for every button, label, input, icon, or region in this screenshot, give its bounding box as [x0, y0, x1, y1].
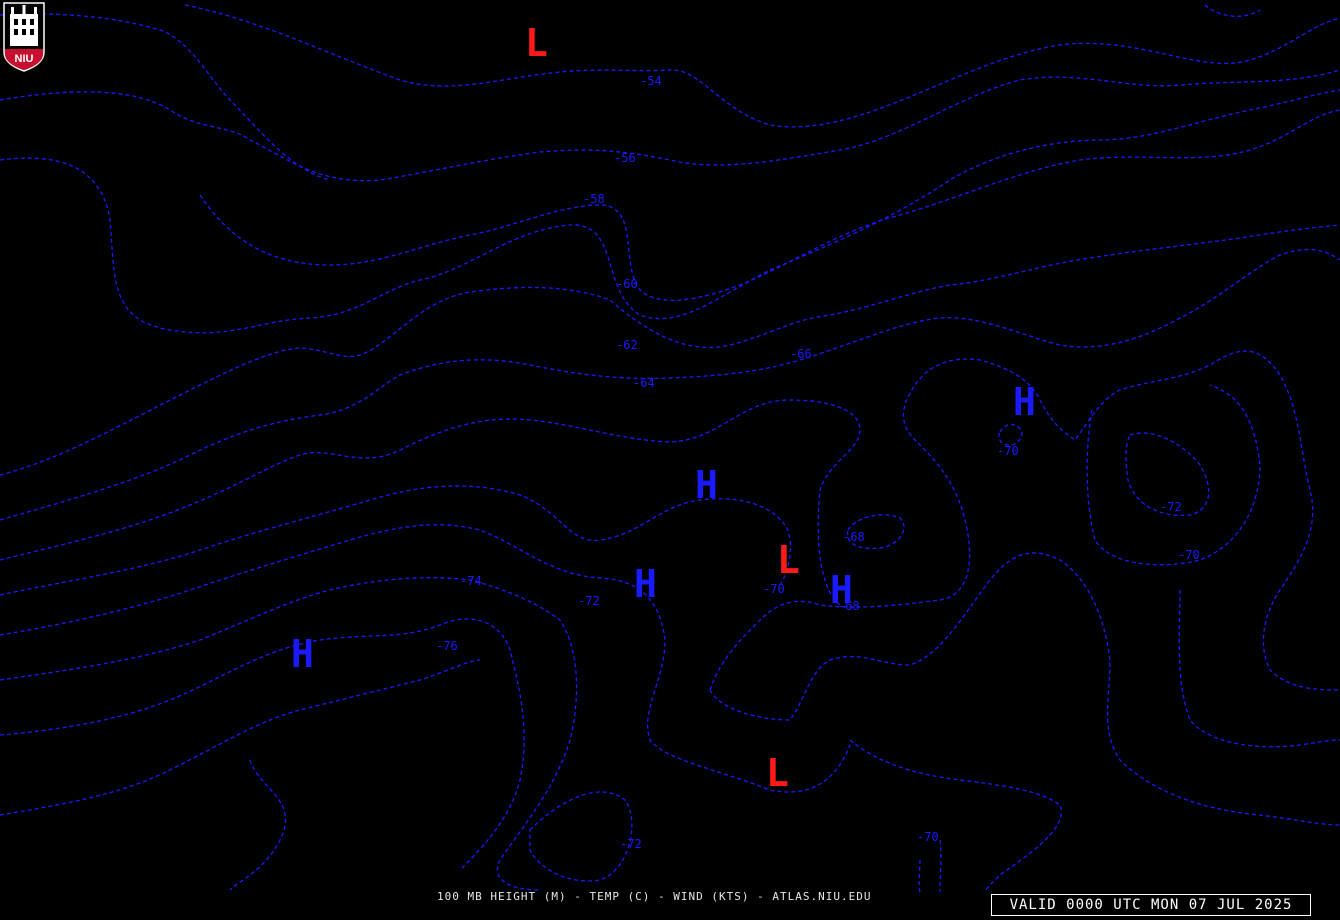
contour-label: -70 — [763, 582, 785, 596]
isotherm-contours — [0, 4, 1340, 893]
contour-label: -58 — [583, 192, 605, 206]
low-pressure-marker: L — [777, 538, 800, 582]
high-pressure-marker: H — [695, 463, 718, 507]
pressure-centers: L L L H H H H H — [291, 21, 1036, 795]
high-pressure-marker: H — [634, 562, 657, 606]
contour-line — [849, 739, 1062, 893]
contour-label: -62 — [616, 338, 638, 352]
contour-line — [0, 89, 1340, 334]
low-pressure-marker: L — [525, 21, 548, 65]
contour-label: -60 — [616, 277, 638, 291]
contour-line — [184, 4, 1340, 128]
contour-line — [0, 224, 1340, 476]
contour-line — [0, 659, 481, 816]
contour-line — [229, 759, 287, 891]
contour-line — [998, 423, 1023, 446]
contour-line — [0, 485, 792, 596]
contour-line — [0, 399, 861, 606]
contour-line — [1204, 4, 1261, 17]
weather-map: -54 -56 -58 -60 -62 -64 -66 -68 -70 -72 … — [0, 4, 1340, 893]
contour-label: -72 — [578, 594, 600, 608]
contour-line — [0, 577, 578, 891]
contour-label: -64 — [633, 376, 655, 390]
contour-label: -70 — [997, 444, 1019, 458]
high-pressure-marker: H — [830, 568, 853, 612]
contour-label: -56 — [614, 151, 636, 165]
contour-label: -66 — [790, 347, 812, 361]
contour-label: -54 — [640, 74, 662, 88]
contour-line — [0, 69, 1340, 182]
contour-label: -70 — [1178, 548, 1200, 562]
contour-line — [529, 791, 633, 882]
contour-label: -76 — [436, 639, 458, 653]
contour-labels: -54 -56 -58 -60 -62 -64 -66 -68 -70 -72 … — [436, 74, 1200, 851]
contour-label: -74 — [460, 574, 482, 588]
contour-label: -68 — [843, 530, 865, 544]
contour-line — [918, 839, 942, 893]
high-pressure-marker: H — [1013, 380, 1036, 424]
map-title: 100 MB HEIGHT (M) - TEMP (C) - WIND (KTS… — [437, 890, 872, 903]
contour-label: -70 — [917, 830, 939, 844]
valid-time-label: VALID 0000 UTC MON 07 JUL 2025 — [991, 894, 1311, 916]
contour-label: -72 — [1160, 500, 1182, 514]
contour-line — [0, 618, 525, 871]
contour-line — [709, 552, 1340, 826]
contour-line — [1086, 384, 1261, 566]
low-pressure-marker: L — [766, 751, 789, 795]
contour-line — [199, 109, 1340, 301]
contour-label: -72 — [620, 837, 642, 851]
high-pressure-marker: H — [291, 632, 314, 676]
logo-text: NIU — [15, 53, 34, 65]
contour-line — [0, 524, 851, 793]
contour-line — [1178, 589, 1340, 748]
niu-logo: NIU — [3, 2, 45, 72]
contour-line — [0, 13, 331, 181]
